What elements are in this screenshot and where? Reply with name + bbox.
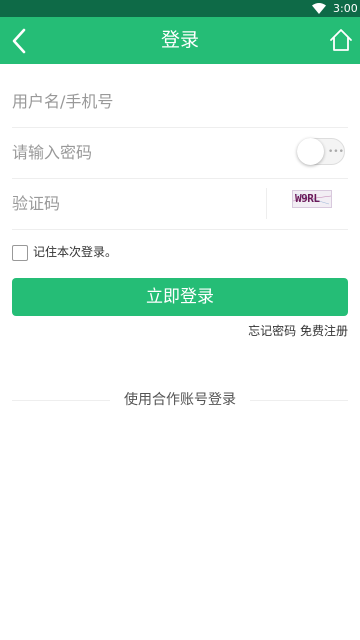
status-bar: 3:00 [0, 0, 360, 17]
remember-me-label: 记住本次登录。 [33, 245, 118, 259]
wifi-icon [312, 3, 326, 14]
forgot-password-link[interactable]: 忘记密码 [248, 324, 296, 338]
page-title: 登录 [160, 29, 199, 51]
status-time: 3:00 [333, 2, 358, 15]
chevron-left-icon [12, 28, 26, 54]
password-input[interactable] [12, 127, 292, 177]
account-links: 忘记密码 免费注册 [248, 323, 348, 339]
captcha-image[interactable]: W9RL [292, 190, 332, 208]
toggle-knob [297, 138, 324, 165]
home-button[interactable] [320, 17, 360, 64]
password-field-row: ••• [12, 127, 348, 179]
username-input[interactable] [12, 76, 348, 126]
register-link[interactable]: 免费注册 [300, 324, 348, 338]
partner-login-label: 使用合作账号登录 [110, 389, 250, 411]
captcha-input[interactable] [12, 178, 262, 228]
checkbox-box [12, 245, 28, 261]
home-icon [330, 29, 352, 51]
captcha-field-row: W9RL [12, 178, 348, 230]
back-button[interactable] [0, 17, 40, 64]
password-visibility-toggle[interactable]: ••• [297, 138, 345, 165]
captcha-divider [266, 188, 267, 219]
login-button[interactable]: 立即登录 [12, 278, 348, 316]
more-dots-icon: ••• [328, 147, 344, 157]
app-bar: 登录 [0, 17, 360, 64]
captcha-text: W9RL [295, 192, 320, 205]
username-field-row [12, 76, 348, 128]
